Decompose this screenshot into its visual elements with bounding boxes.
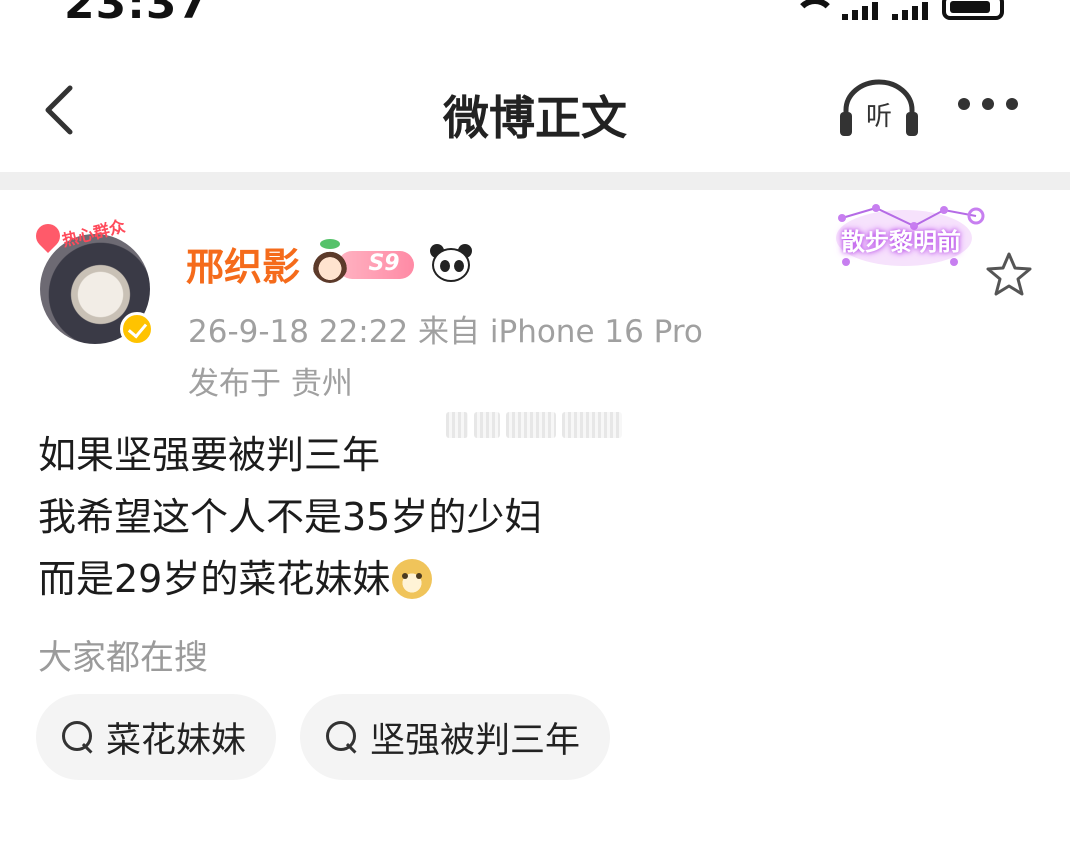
post-line: 我希望这个人不是35岁的少妇 bbox=[38, 495, 543, 539]
search-heading: 大家都在搜 bbox=[38, 638, 208, 678]
wifi-icon bbox=[792, 0, 836, 20]
girl-avatar-icon bbox=[312, 244, 349, 283]
panda-icon bbox=[428, 243, 473, 284]
signal-icon bbox=[842, 2, 878, 20]
status-bar: 23:37 bbox=[0, 0, 1070, 30]
level-badge[interactable]: S9 bbox=[312, 238, 416, 283]
section-divider bbox=[0, 172, 1070, 190]
decoration-badge: 散步黎明前 bbox=[826, 196, 996, 276]
nav-bar: 微博正文 听 bbox=[0, 60, 1070, 160]
search-icon bbox=[324, 719, 360, 755]
author-row: 邢织影 S9 bbox=[186, 236, 473, 291]
search-chip-label: 坚强被判三年 bbox=[370, 720, 581, 761]
doge-icon bbox=[392, 559, 433, 599]
listen-button[interactable]: 听 bbox=[836, 78, 922, 140]
search-chip[interactable]: 菜花妹妹 bbox=[36, 694, 277, 780]
search-chip-label: 菜花妹妹 bbox=[106, 720, 247, 761]
username[interactable]: 邢织影 bbox=[186, 236, 300, 291]
post-line-last: 而是29岁的菜花妹妹 bbox=[38, 548, 542, 610]
more-icon[interactable] bbox=[958, 98, 1018, 110]
search-chip[interactable]: 坚强被判三年 bbox=[300, 694, 611, 780]
search-icon bbox=[60, 719, 96, 755]
post-line: 如果坚强要被判三年 bbox=[38, 433, 381, 477]
post-line-text: 而是29岁的菜花妹妹 bbox=[38, 557, 391, 601]
search-chips: 菜花妹妹 坚强被判三年 bbox=[36, 694, 611, 780]
post-body: 如果坚强要被判三年 我希望这个人不是35岁的少妇 而是29岁的菜花妹妹 bbox=[38, 424, 542, 610]
status-time: 23:37 bbox=[64, 0, 210, 29]
verified-icon bbox=[120, 312, 154, 346]
listen-label: 听 bbox=[865, 102, 892, 132]
post-time-source: 26-9-18 22:22 来自 iPhone 16 Pro bbox=[188, 314, 703, 350]
status-icons bbox=[792, 0, 1004, 20]
favorite-star-icon[interactable] bbox=[984, 250, 1034, 298]
post-location: 发布于 贵州 bbox=[188, 366, 353, 402]
decoration-badge-text: 散步黎明前 bbox=[841, 228, 961, 256]
battery-icon bbox=[942, 0, 1004, 20]
signal-icon-2 bbox=[892, 2, 928, 20]
level-text: S9 bbox=[368, 250, 400, 276]
avatar[interactable]: 热心群众 bbox=[31, 216, 154, 346]
